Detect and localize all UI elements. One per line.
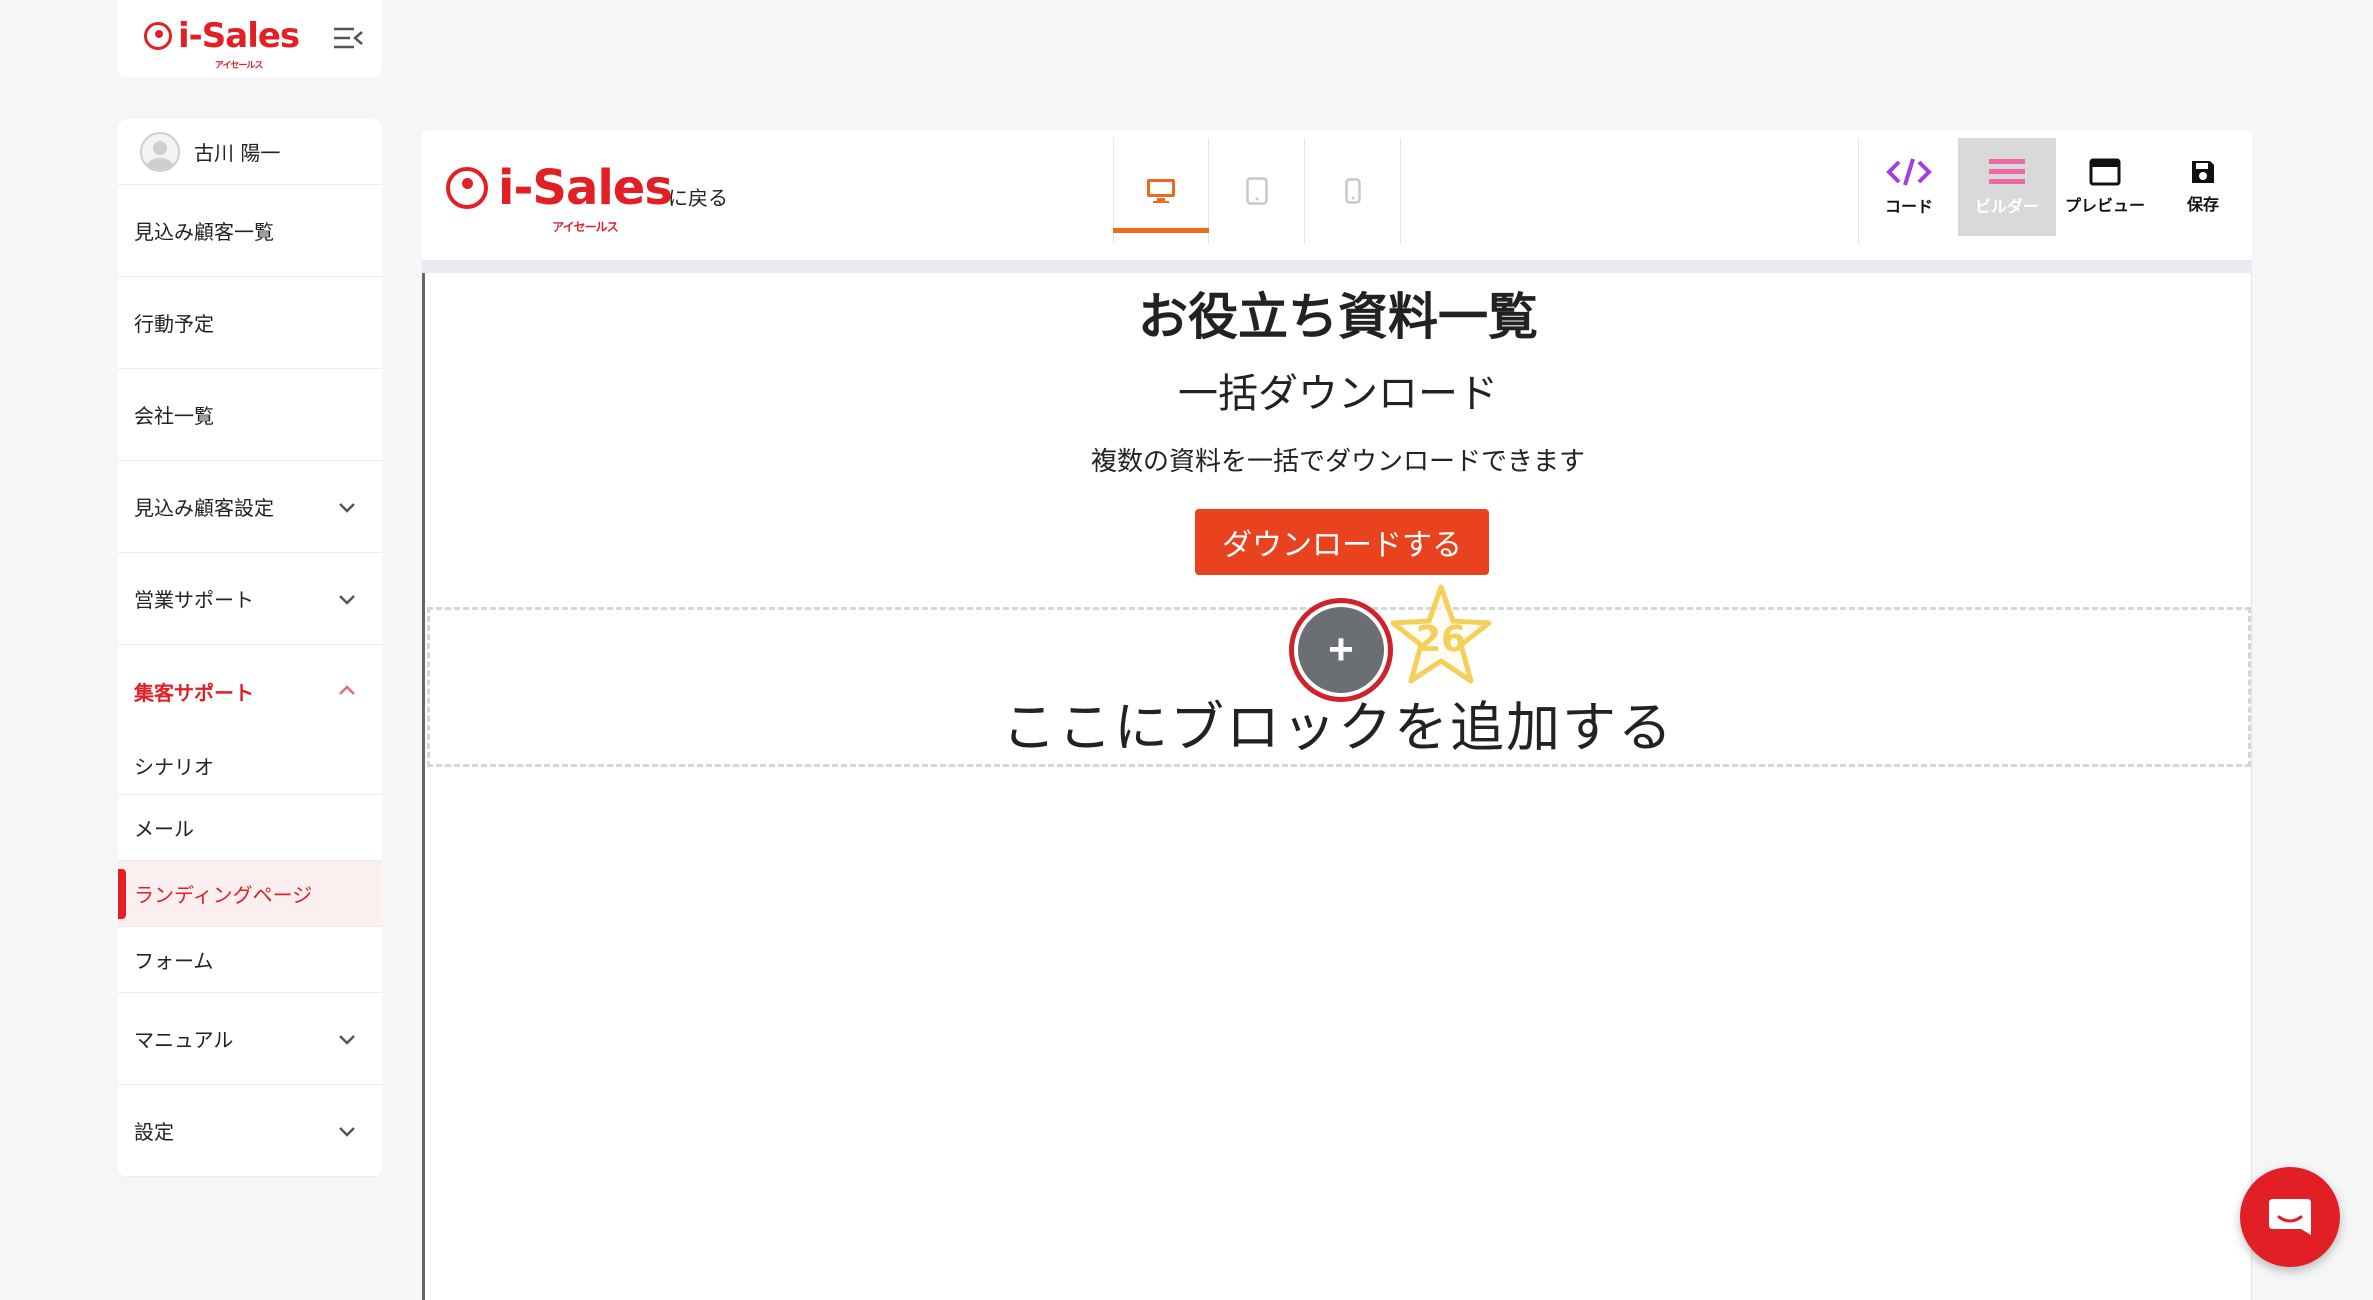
toolbar-separator (422, 260, 2252, 273)
sidebar-item-label: 設定 (134, 1120, 174, 1144)
page-description[interactable]: 複数の資料を一括でダウンロードできます (425, 441, 2251, 478)
phone-icon (1344, 178, 1361, 204)
sidebar-subitem-label: ランディングページ (134, 883, 313, 907)
download-button[interactable]: ダウンロードする (1195, 509, 1489, 575)
sidebar-item-schedule[interactable]: 行動予定 (118, 277, 382, 369)
step-star-badge: 26 (1390, 584, 1492, 684)
save-button-label: 保存 (2186, 195, 2219, 214)
sidebar-item-settings[interactable]: 設定 (118, 1085, 382, 1177)
sidebar-item-marketing-support[interactable]: 集客サポート (118, 645, 382, 737)
sidebar-item-label: 会社一覧 (134, 404, 214, 428)
builder-icon (1989, 159, 2025, 184)
builder-button[interactable]: ビルダー (1958, 138, 2056, 236)
brand-mark-icon (446, 167, 488, 209)
sidebar-item-manual[interactable]: マニュアル (118, 993, 382, 1085)
brand-subtitle: アイセールス (214, 61, 264, 71)
sidebar-subitem-label: フォーム (134, 949, 214, 973)
page-subheading[interactable]: 一括ダウンロード (425, 361, 2251, 419)
collapse-menu-icon[interactable] (332, 26, 364, 50)
avatar-icon (140, 131, 180, 172)
sidebar-subitem-label: シナリオ (134, 755, 214, 779)
add-block-button[interactable]: + (1298, 607, 1384, 693)
sidebar-subitem-label: メール (134, 817, 194, 841)
sidebar-subitem-landing-page[interactable]: ランディングページ (118, 861, 382, 927)
user-profile[interactable]: 古川 陽一 (118, 119, 382, 185)
sidebar-subitem-scenario[interactable]: シナリオ (118, 737, 382, 795)
save-button[interactable]: 保存 (2154, 138, 2252, 236)
chevron-up-icon (339, 685, 355, 695)
step-number: 26 (1416, 619, 1466, 660)
sidebar-subitem-form[interactable]: フォーム (118, 927, 382, 993)
editor-brand-logo[interactable]: i-Sales アイセールス (446, 160, 673, 234)
tab-tablet[interactable] (1209, 138, 1305, 244)
code-button[interactable]: コード (1860, 138, 1958, 236)
tab-mobile[interactable] (1305, 138, 1401, 244)
sidebar-item-label: マニュアル (134, 1028, 234, 1052)
preview-button[interactable]: プレビュー (2056, 138, 2154, 236)
sidebar-item-sales-support[interactable]: 営業サポート (118, 553, 382, 645)
page-heading[interactable]: お役立ち資料一覧 (425, 277, 2251, 349)
sidebar-item-label: 見込み顧客一覧 (134, 220, 274, 244)
tablet-icon (1245, 177, 1268, 205)
top-logo-panel: i-Sales アイセールス (118, 0, 382, 77)
sidebar-subitem-mail[interactable]: メール (118, 795, 382, 861)
brand-mark-icon (144, 22, 172, 50)
builder-button-label: ビルダー (1974, 197, 2039, 216)
brand-name: i-Sales アイセールス (178, 16, 300, 71)
back-link[interactable]: に戻る (668, 182, 728, 211)
user-name: 古川 陽一 (194, 141, 281, 165)
brand-logo[interactable]: i-Sales アイセールス (144, 16, 300, 71)
editor-toolbar: i-Sales アイセールス に戻る コード ビルダー プレビュー 保存 (422, 130, 2252, 260)
chevron-down-icon (339, 1126, 355, 1137)
monitor-icon (1147, 179, 1175, 203)
app-root: i-Sales アイセールス 古川 陽一 見込み顧客一覧 行動予定 会社一覧 見… (0, 0, 2373, 1300)
brand-name: i-Sales アイセールス (498, 160, 673, 234)
sidebar-item-label: 行動予定 (134, 312, 214, 336)
page-canvas[interactable]: お役立ち資料一覧 一括ダウンロード 複数の資料を一括でダウンロードできます ダウ… (422, 273, 2252, 1300)
chevron-down-icon (339, 502, 355, 513)
tab-selected-indicator (1113, 228, 1209, 233)
sidebar: 古川 陽一 見込み顧客一覧 行動予定 会社一覧 見込み顧客設定 営業サポート 集… (118, 119, 382, 1177)
brand-subtitle: アイセールス (552, 220, 618, 234)
sidebar-item-companies[interactable]: 会社一覧 (118, 369, 382, 461)
code-icon (1886, 158, 1932, 186)
sidebar-item-label: 見込み顧客設定 (134, 496, 274, 520)
sidebar-item-label: 営業サポート (134, 588, 254, 612)
sidebar-item-label: 集客サポート (134, 680, 254, 705)
sidebar-item-prospect-settings[interactable]: 見込み顧客設定 (118, 461, 382, 553)
preview-icon (2089, 158, 2121, 186)
save-icon (2192, 161, 2214, 183)
chat-support-button[interactable] (2240, 1167, 2340, 1267)
chevron-down-icon (339, 594, 355, 605)
preview-button-label: プレビュー (2064, 196, 2145, 215)
code-button-label: コード (1884, 197, 1933, 216)
chevron-down-icon (339, 1034, 355, 1045)
sidebar-item-prospects[interactable]: 見込み顧客一覧 (118, 185, 382, 277)
chat-icon (2269, 1199, 2311, 1235)
toolbar-divider (1858, 138, 1859, 244)
